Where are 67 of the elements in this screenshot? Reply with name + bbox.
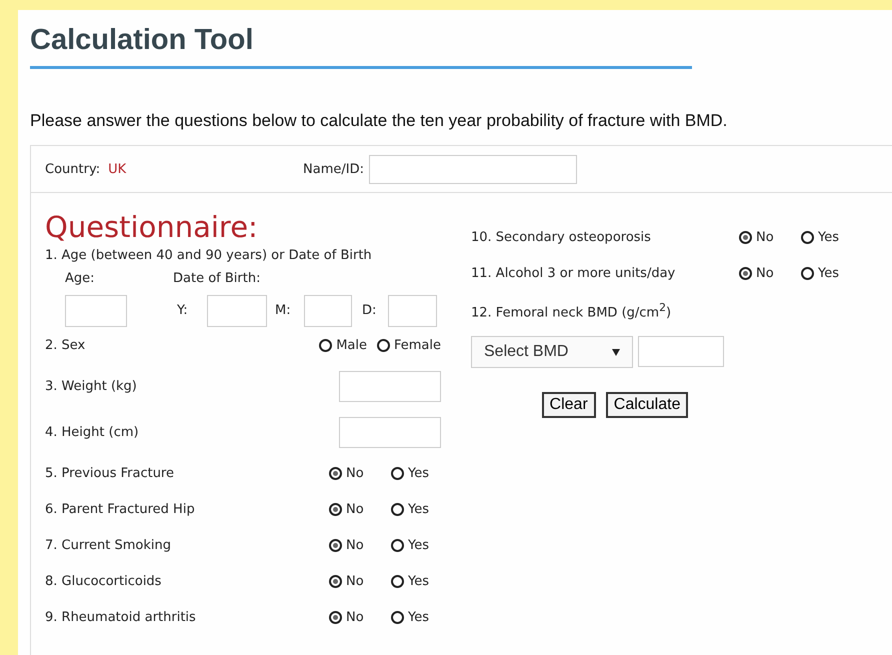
question-label: 5. Previous Fracture (45, 466, 174, 480)
option-label: Yes (818, 230, 839, 244)
year-label: Y: (177, 303, 189, 318)
question-label: 11. Alcohol 3 or more units/day (471, 266, 676, 280)
radio-button[interactable] (391, 538, 404, 552)
month-label: M: (275, 303, 292, 318)
radio-button[interactable] (329, 502, 342, 516)
question-label: 1. Age (between 40 and 90 years) or Date of Birth (45, 247, 373, 265)
caret-icon (612, 348, 620, 356)
option-label: No (346, 538, 364, 552)
age-label: Age: (65, 271, 96, 286)
radio-button[interactable] (376, 338, 390, 352)
form-button[interactable]: Clear (542, 392, 596, 418)
questionnaire-heading: Questionnaire: (45, 209, 259, 245)
input-field[interactable] (65, 294, 127, 326)
option-label: No (756, 230, 774, 244)
page-title: Calculation Tool (30, 23, 254, 58)
country-label: Country: (45, 162, 100, 176)
question-label: 4. Height (cm) (45, 424, 139, 440)
question-label: 3. Weight (kg) (45, 378, 137, 394)
input-field[interactable] (207, 294, 267, 326)
radio-button[interactable] (329, 610, 342, 624)
day-label: D: (362, 303, 378, 318)
option-label: No (346, 502, 364, 516)
input-field[interactable] (339, 416, 441, 448)
bmd-dropdown[interactable]: Select BMD (471, 336, 633, 368)
radio-button[interactable] (391, 574, 404, 588)
intro-text: Please answer the questions below to calculate the ten year probability of fracture with BMD. (30, 111, 728, 131)
name-id-label: Name/ID: (303, 162, 364, 176)
radio-button[interactable] (319, 338, 332, 352)
option-label: Yes (408, 574, 429, 588)
date-of-birth-label: Date of Birth: (173, 271, 260, 286)
radio-button[interactable] (329, 466, 342, 480)
option-label: Yes (408, 502, 429, 516)
radio-button[interactable] (739, 266, 752, 280)
option-label: Male (336, 338, 367, 352)
question-label: 7. Current Smoking (45, 538, 171, 552)
question-label: 2. Sex (45, 338, 86, 352)
input-field[interactable] (388, 294, 437, 326)
radio-button[interactable] (329, 538, 342, 552)
option-label: No (346, 574, 364, 588)
input-field[interactable] (304, 294, 352, 326)
radio-button[interactable] (739, 230, 752, 244)
radio-button[interactable] (391, 610, 404, 624)
input-field[interactable] (368, 154, 577, 184)
option-label: Yes (408, 466, 429, 480)
question-label: 8. Glucocorticoids (45, 574, 162, 588)
question-label: 6. Parent Fractured Hip (45, 502, 195, 516)
input-field[interactable] (638, 336, 724, 368)
question-label: 12. Femoral neck BMD (g/cm$^{2}$) (471, 300, 672, 322)
option-label: Yes (408, 538, 429, 552)
radio-button[interactable] (801, 230, 814, 244)
question-label: 9. Rheumatoid arthritis (45, 610, 196, 624)
option-label: Yes (818, 266, 839, 280)
country-value: UK (108, 162, 126, 176)
radio-button[interactable] (329, 574, 342, 588)
form-button[interactable]: Calculate (606, 392, 688, 418)
option-label: Yes (408, 610, 429, 624)
question-label: 10. Secondary osteoporosis (471, 230, 651, 244)
option-label: No (346, 610, 364, 624)
radio-button[interactable] (391, 502, 404, 516)
radio-button[interactable] (391, 466, 404, 480)
option-label: No (346, 466, 364, 480)
option-label: Female (394, 338, 441, 352)
option-label: No (756, 266, 774, 280)
input-field[interactable] (339, 370, 441, 402)
radio-button[interactable] (801, 266, 814, 280)
